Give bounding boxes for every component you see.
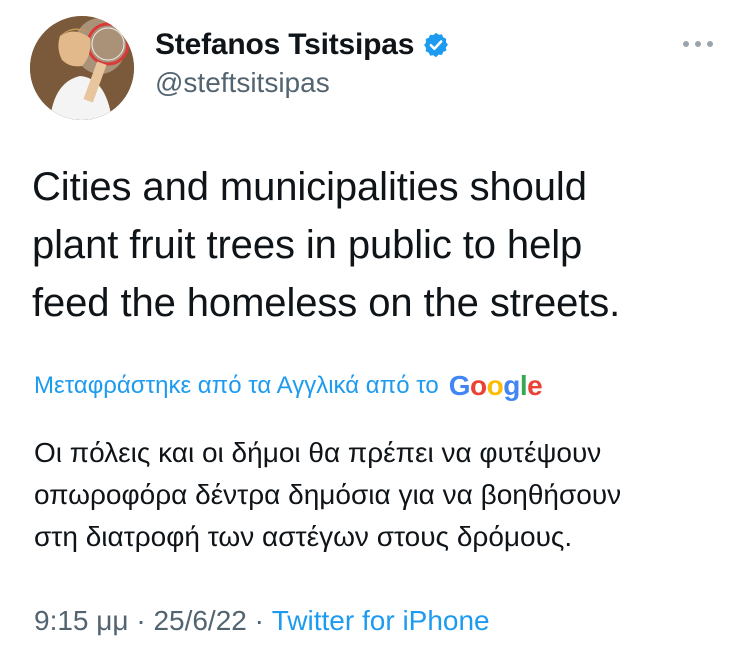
more-dot	[707, 41, 713, 47]
tweet-text-line: plant fruit trees in public to help	[32, 223, 583, 267]
translated-text-line: Οι πόλεις και οι δήμοι θα πρέπει να φυτέ…	[34, 437, 602, 468]
tweet-source-link[interactable]: Twitter for iPhone	[272, 605, 490, 636]
more-dot	[683, 41, 689, 47]
more-options-icon[interactable]	[683, 37, 713, 51]
more-dot	[695, 41, 701, 47]
avatar[interactable]	[30, 16, 134, 120]
meta-separator: ·	[254, 605, 264, 636]
translation-attribution[interactable]: Μεταφράστηκε από τα Αγγλικά από το Googl…	[34, 370, 543, 402]
tweet-text-line: feed the homeless on the streets.	[32, 281, 621, 325]
verified-badge-icon	[422, 31, 450, 59]
tweet-text: Cities and municipalities should plant f…	[32, 158, 712, 332]
translation-label[interactable]: Μεταφράστηκε από τα Αγγλικά από το	[34, 372, 439, 400]
author-display-name[interactable]: Stefanos Tsitsipas	[155, 28, 414, 62]
tweet-date[interactable]: 25/6/22	[153, 605, 246, 636]
translated-text-line: οπωροφόρα δέντρα δημόσια για να βοηθήσου…	[34, 479, 622, 510]
tweet-card: Stefanos Tsitsipas @steftsitsipas Cities…	[0, 0, 750, 664]
translated-text: Οι πόλεις και οι δήμοι θα πρέπει να φυτέ…	[34, 432, 724, 558]
tweet-text-line: Cities and municipalities should	[32, 165, 587, 209]
tweet-time[interactable]: 9:15 μμ	[34, 605, 129, 636]
google-logo: Google	[448, 370, 543, 401]
meta-separator: ·	[136, 605, 146, 636]
translated-text-line: στη διατροφή των αστέγων στους δρόμους.	[34, 521, 573, 552]
author-handle[interactable]: @steftsitsipas	[155, 67, 330, 99]
tweet-meta: 9:15 μμ · 25/6/22 · Twitter for iPhone	[34, 605, 490, 637]
author-name-row[interactable]: Stefanos Tsitsipas	[155, 28, 450, 62]
